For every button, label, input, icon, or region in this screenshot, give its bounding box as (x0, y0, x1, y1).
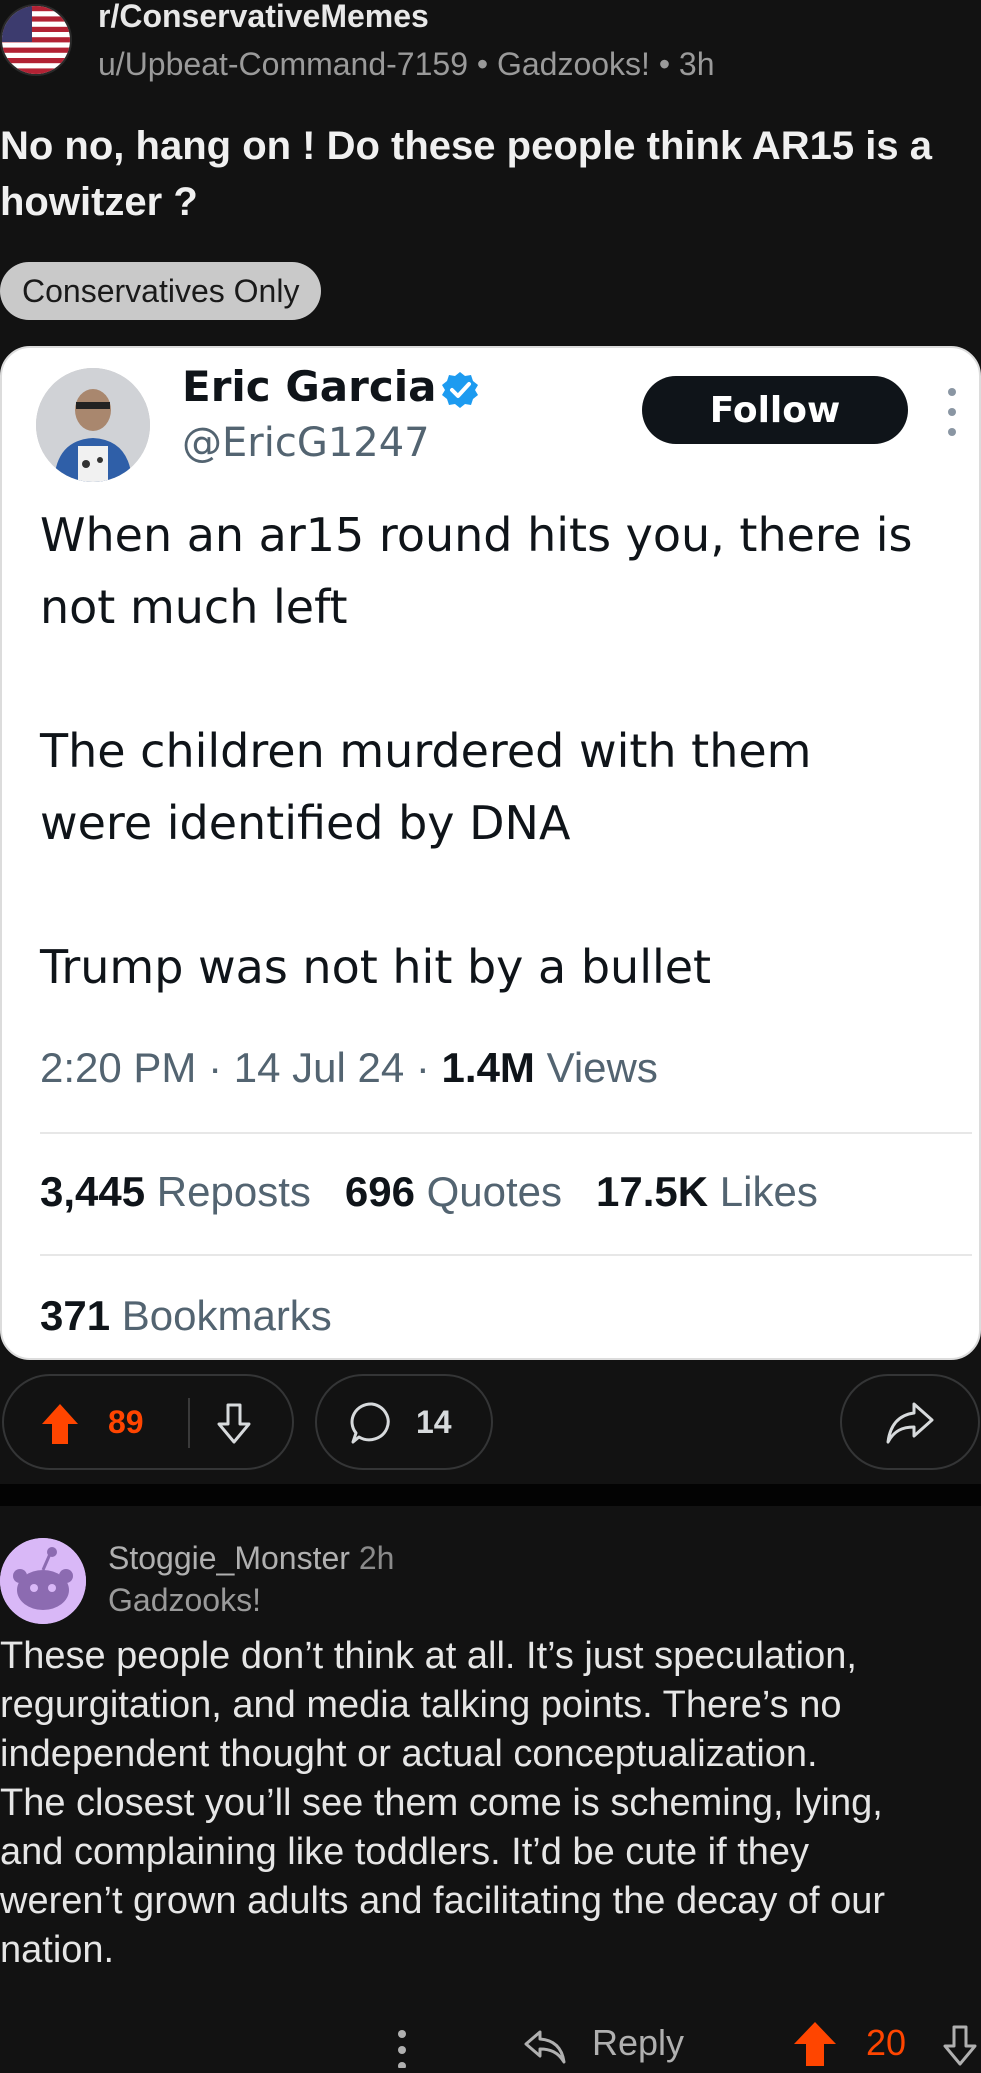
views-count: 1.4M (441, 1044, 535, 1091)
quotes-label: Quotes (426, 1168, 563, 1215)
tweet-author-handle: @EricG1247 (182, 420, 430, 466)
more-options-icon (946, 386, 958, 438)
likes-label: Likes (719, 1168, 818, 1215)
comment-age: 2h (358, 1540, 395, 1576)
section-divider (0, 1484, 981, 1506)
post-age: 3h (678, 46, 715, 82)
comment-line: weren’t grown adults and facilitating th… (0, 1880, 886, 1922)
tweet-time: 2:20 PM (40, 1044, 197, 1091)
comment-body: These people don’t think at all. It’s ju… (0, 1632, 981, 1975)
post-meta: u/Upbeat-Command-7159 • Gadzooks! • 3h (98, 46, 715, 82)
comment-upvote-icon[interactable] (792, 2020, 838, 2068)
tweet-text-line: Trump was not hit by a bullet (40, 940, 712, 994)
tweet-author-name: Eric Garcia (182, 362, 437, 411)
tweet-text-line: When an ar15 round hits you, there is (40, 508, 913, 562)
share-icon (884, 1400, 936, 1446)
follow-button: Follow (642, 376, 908, 444)
comment-avatar[interactable] (0, 1538, 86, 1624)
subreddit-name[interactable]: r/ConservativeMemes (98, 0, 429, 35)
tweet-timestamp: 2:20 PM · 14 Jul 24 · 1.4M Views (40, 1044, 658, 1091)
comment-count: 14 (416, 1404, 452, 1440)
comment-score: 20 (866, 2022, 907, 2063)
subreddit-icon[interactable] (0, 4, 72, 76)
comment-line: and complaining like toddlers. It’d be c… (0, 1831, 810, 1873)
comment-downvote-icon[interactable] (940, 2024, 980, 2068)
author-flair: Gadzooks! (496, 46, 650, 82)
tweet-bookmarks: 371 Bookmarks (40, 1292, 332, 1340)
views-label: Views (546, 1044, 658, 1091)
post-author[interactable]: u/Upbeat-Command-7159 (98, 46, 468, 82)
post-title[interactable]: No no, hang on ! Do these people think A… (0, 118, 975, 230)
comment-more-icon[interactable] (396, 2028, 408, 2070)
comment-flair: Gadzooks! (108, 1582, 261, 1618)
bookmarks-label: Bookmarks (121, 1292, 332, 1339)
tweet-text-line: The children murdered with them (40, 724, 812, 778)
comment-line: These people don’t think at all. It’s ju… (0, 1635, 857, 1677)
divider (188, 1398, 190, 1448)
comment-icon (349, 1400, 395, 1446)
tweet-avatar (36, 368, 150, 482)
upvote-icon[interactable] (40, 1402, 80, 1446)
post-score: 89 (108, 1404, 144, 1440)
downvote-icon[interactable] (214, 1402, 254, 1446)
comment-author-line: Stoggie_Monster 2h (108, 1540, 394, 1577)
likes-count: 17.5K (596, 1168, 709, 1215)
comments-button[interactable] (315, 1374, 493, 1470)
reply-button[interactable]: Reply (592, 2022, 684, 2064)
comment-line: regurgitation, and media talking points.… (0, 1684, 842, 1726)
tweet-engagement: 3,445 Reposts 696 Quotes 17.5K Likes (40, 1168, 818, 1216)
divider (40, 1132, 972, 1134)
quotes-count: 696 (344, 1168, 415, 1215)
reposts-count: 3,445 (40, 1168, 146, 1215)
comment-line: nation. (0, 1929, 115, 1971)
tweet-date: 14 Jul 24 (233, 1044, 405, 1091)
comment-line: independent thought or actual conceptual… (0, 1733, 818, 1775)
bookmarks-count: 371 (40, 1292, 111, 1339)
divider (40, 1254, 972, 1256)
tweet-text-line: not much left (40, 580, 348, 634)
post-flair[interactable]: Conservatives Only (0, 262, 322, 320)
reposts-label: Reposts (156, 1168, 311, 1215)
reply-icon[interactable] (522, 2026, 568, 2066)
verified-badge-icon (440, 370, 480, 410)
comment-line: The closest you’ll see them come is sche… (0, 1782, 883, 1824)
comment-username[interactable]: Stoggie_Monster (108, 1540, 350, 1576)
tweet-text-line: were identified by DNA (40, 796, 571, 850)
